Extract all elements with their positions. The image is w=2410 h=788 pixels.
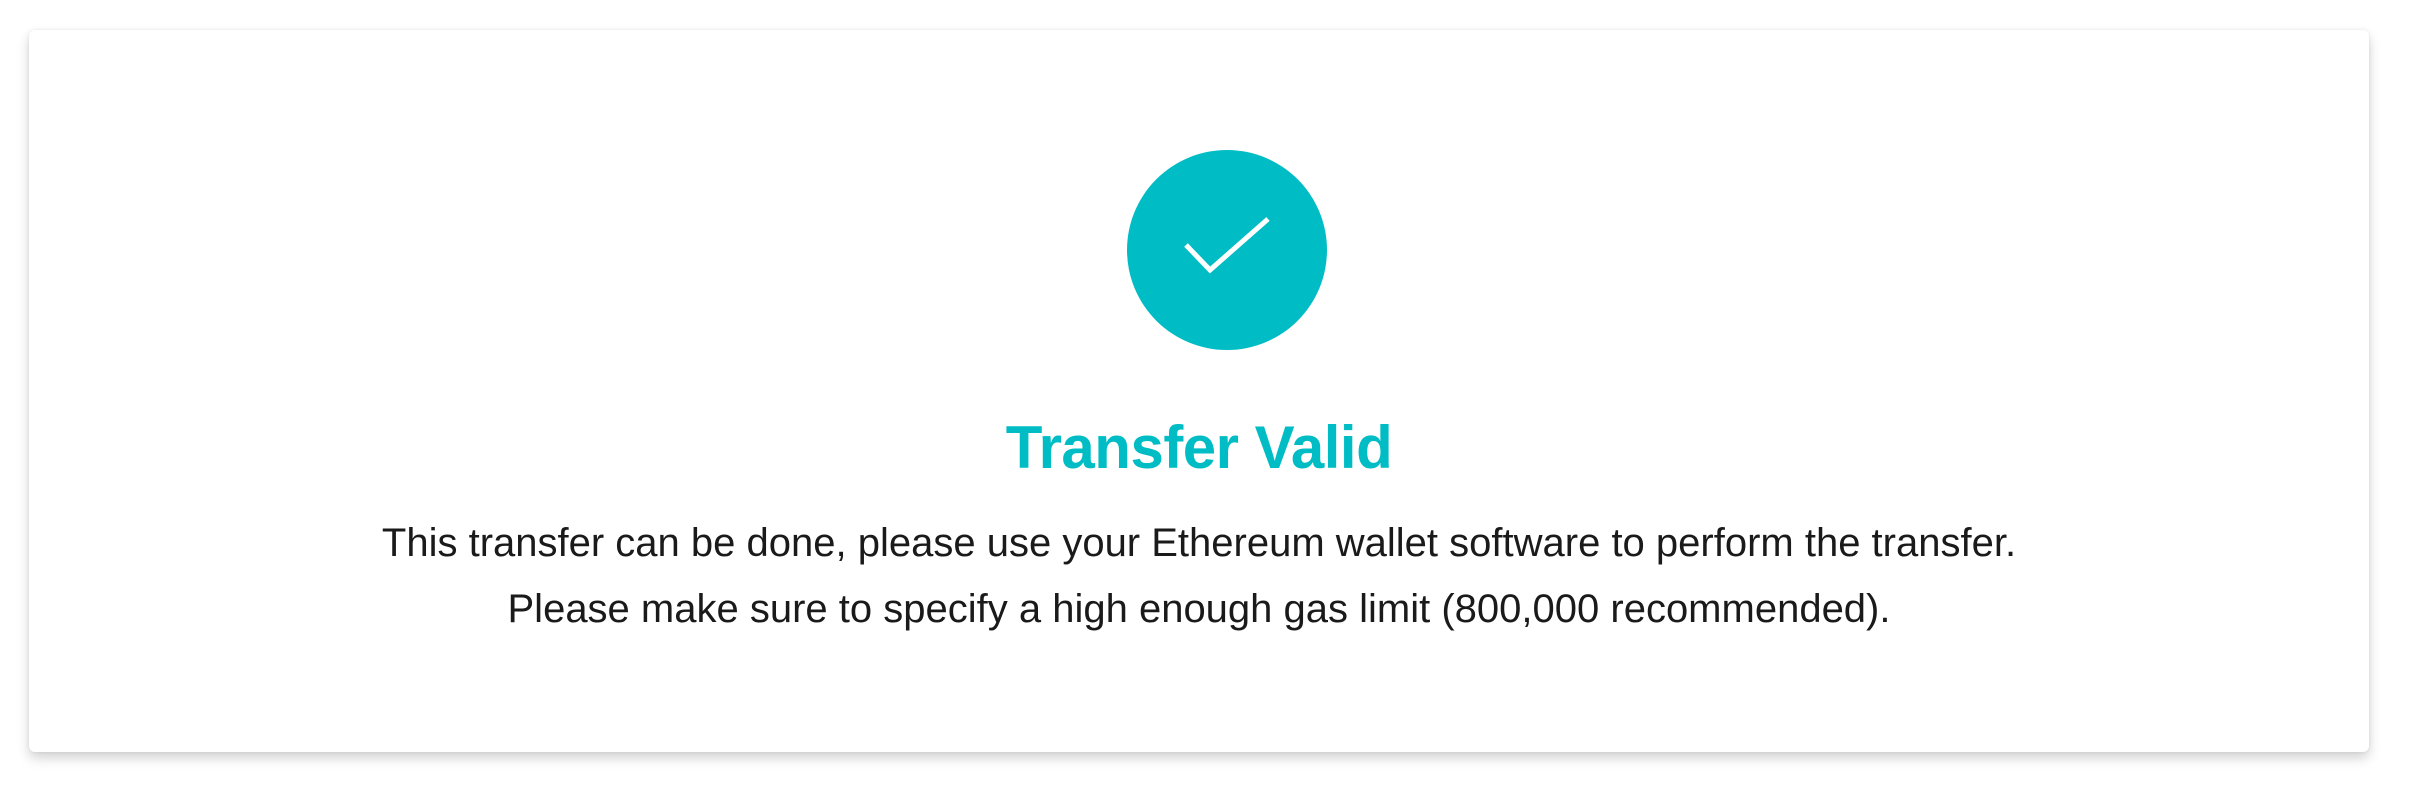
- status-message: This transfer can be done, please use yo…: [29, 510, 2369, 642]
- checkmark-icon: [1184, 217, 1270, 274]
- success-badge: [1127, 150, 1327, 350]
- status-message-line-1: This transfer can be done, please use yo…: [381, 521, 2017, 565]
- status-message-line-2: Please make sure to specify a high enoug…: [507, 587, 1891, 631]
- status-title: Transfer Valid: [1005, 414, 1393, 481]
- status-card: Transfer Valid This transfer can be done…: [29, 30, 2369, 752]
